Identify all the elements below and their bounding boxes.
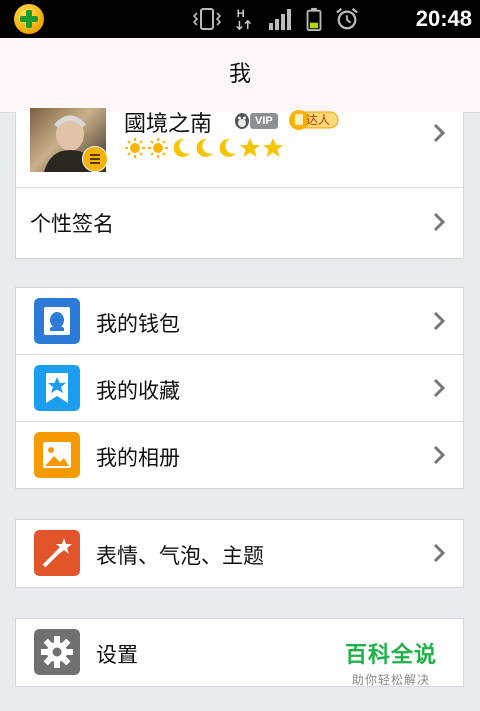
chevron-right-icon — [433, 378, 446, 398]
settings-card: 设置 百科全说 助你轻松解决 — [15, 618, 464, 687]
sun-icon — [148, 138, 168, 158]
favorites-label: 我的收藏 — [96, 379, 180, 403]
svg-text:H: H — [237, 8, 245, 20]
vip-label: VIP — [250, 113, 278, 129]
watermark-main: 百科全说 — [344, 643, 437, 668]
services-card: 我的钱包 我的收藏 我的相册 — [15, 287, 464, 489]
album-row[interactable]: 我的相册 — [16, 422, 463, 489]
sun-icon — [125, 138, 145, 158]
favorites-icon — [34, 365, 80, 411]
profile-badge-icon — [82, 146, 108, 172]
watermark: 百科全说 助你轻松解决 — [345, 637, 437, 688]
wallet-label: 我的钱包 — [96, 312, 180, 336]
clock: 20:48 — [415, 6, 472, 31]
level-icons — [124, 137, 284, 159]
status-bar: H 20:48 — [0, 0, 480, 38]
album-label: 我的相册 — [96, 446, 180, 470]
theme-icon — [34, 530, 80, 576]
moon-icon — [219, 138, 236, 157]
profile-name: 國境之南 — [124, 112, 213, 137]
wallet-row[interactable]: 我的钱包 — [16, 288, 463, 355]
theme-card: 表情、气泡、主题 — [15, 519, 464, 588]
settings-label: 设置 — [96, 643, 138, 667]
vip-badge: VIP — [232, 111, 278, 131]
chevron-right-icon — [433, 123, 446, 143]
signature-row[interactable]: 个性签名 — [16, 188, 463, 258]
qq-penguin-icon — [235, 113, 249, 129]
app-notification-icon — [14, 4, 44, 34]
chevron-right-icon — [433, 311, 446, 331]
wallet-icon — [34, 298, 80, 344]
vibrate-icon — [192, 8, 222, 30]
signature-label: 个性签名 — [30, 212, 114, 236]
chevron-right-icon — [433, 543, 446, 563]
signal-icon — [269, 9, 291, 30]
chevron-right-icon — [433, 212, 446, 232]
moon-icon — [173, 138, 190, 157]
battery-icon — [306, 7, 322, 31]
chevron-right-icon — [433, 445, 446, 465]
title-bar: 我 — [0, 38, 480, 113]
expert-label: 达人 — [306, 113, 331, 127]
network-h-icon: H — [236, 8, 252, 31]
favorites-row[interactable]: 我的收藏 — [16, 355, 463, 422]
moon-icon — [196, 138, 213, 157]
alarm-icon — [336, 7, 358, 30]
profile-row[interactable]: 國境之南 VIP 达人 — [16, 108, 463, 188]
watermark-sub: 助你轻松解决 — [351, 673, 430, 687]
theme-row[interactable]: 表情、气泡、主题 — [16, 520, 463, 587]
settings-icon — [34, 629, 80, 675]
settings-row[interactable]: 设置 百科全说 助你轻松解决 — [16, 619, 463, 688]
album-icon — [34, 432, 80, 478]
theme-label: 表情、气泡、主题 — [96, 544, 264, 568]
page-title: 我 — [228, 62, 251, 87]
star-icon — [263, 138, 283, 157]
star-icon — [240, 138, 260, 157]
profile-card: 國境之南 VIP 达人 个性签名 — [15, 108, 464, 259]
expert-badge: 达人 — [288, 109, 340, 131]
